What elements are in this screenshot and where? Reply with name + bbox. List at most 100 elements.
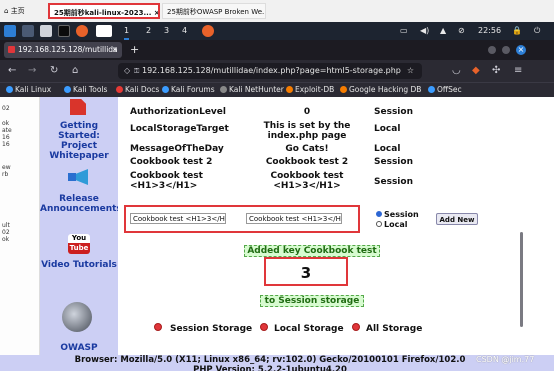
sidebar-link-release[interactable]: Release Announcements	[40, 194, 122, 214]
clear-all-storage-button[interactable]: All Storage	[352, 323, 422, 334]
nethunter-icon	[220, 86, 227, 93]
firefox-tab-strip: 192.168.125.128/mutillida × + ×	[0, 40, 554, 60]
background-window-strip: 02 ok ate 16 16 ew rb ult 02 ok	[0, 97, 40, 355]
bookmark-kali-nethunter[interactable]: Kali NetHunter	[220, 84, 284, 96]
close-icon[interactable]: ×	[112, 42, 118, 58]
url-bar[interactable]: ◇ ⚿ 192.168.125.128/mutillidae/index.php…	[118, 63, 422, 79]
host-tab-kali[interactable]: 25期前秒kali-linux-2023... ×	[48, 3, 160, 19]
delete-icon	[260, 323, 268, 331]
workspace-3[interactable]: 3	[164, 24, 169, 38]
reload-icon[interactable]: ↻	[50, 64, 58, 78]
bookmark-kali-tools[interactable]: Kali Tools	[64, 84, 107, 96]
megaphone-icon[interactable]	[68, 169, 90, 185]
owasp-logo-icon[interactable]	[62, 302, 92, 332]
window-list-icon[interactable]	[96, 25, 112, 37]
workspace-2[interactable]: 2	[146, 24, 151, 38]
pdf-icon[interactable]	[70, 99, 86, 115]
bookmark-google-hacking-db[interactable]: Google Hacking DB	[340, 84, 421, 96]
storage-type: Local	[374, 144, 401, 154]
power-icon[interactable]: ⊘	[458, 24, 465, 38]
sidebar-link-video[interactable]: Video Tutorials	[40, 260, 118, 270]
add-new-button[interactable]: Add New	[436, 213, 478, 225]
storage-type: Session	[374, 177, 413, 187]
bookmark-exploit-db[interactable]: Exploit-DB	[286, 84, 334, 96]
key-input[interactable]: Cookbook test <H1>3</H1>	[130, 213, 226, 224]
shield-icon[interactable]: ◇	[124, 63, 130, 79]
bookmark-star-icon[interactable]: ☆	[407, 63, 414, 79]
radio-selected-icon	[376, 211, 382, 217]
exploit-db-icon	[286, 86, 293, 93]
lock-icon[interactable]: 🔒	[512, 24, 522, 38]
logout-icon[interactable]: ⏻	[534, 24, 540, 38]
storage-key: LocalStorageTarget	[130, 124, 229, 134]
menu-icon[interactable]: ≡	[514, 64, 522, 78]
minimize-button[interactable]	[488, 46, 496, 54]
watermark: CSDN @jim.77	[476, 355, 535, 364]
storage-value: This is set by the index.php page	[263, 121, 351, 141]
volume-icon[interactable]: ◀)	[420, 24, 429, 38]
ghdb-icon	[340, 86, 347, 93]
storage-key: MessageOfTheDay	[130, 144, 224, 154]
item-input[interactable]: Cookbook test <H1>3</H1>	[246, 213, 342, 224]
bookmark-offsec[interactable]: OffSec	[428, 84, 462, 96]
browser-info: Browser: Mozilla/5.0 (X11; Linux x86_64;…	[74, 355, 466, 365]
scrollbar-thumb[interactable]	[520, 232, 523, 327]
youtube-icon[interactable]: You Tube	[68, 234, 90, 254]
storage-type: Session	[374, 157, 413, 167]
host-tab-home[interactable]: ⌂ 主页	[0, 3, 44, 19]
sidebar-link-owasp[interactable]: OWASP	[40, 343, 118, 353]
panel-clock: 22:56	[478, 26, 502, 35]
pocket-icon[interactable]: ◡	[452, 64, 461, 78]
h1-injected-value: 3	[300, 264, 312, 282]
workspace-4[interactable]: 4	[182, 24, 187, 38]
firefox-nav-bar: ← → ↻ ⌂ ◇ ⚿ 192.168.125.128/mutillidae/i…	[0, 60, 554, 82]
kali-icon	[162, 86, 169, 93]
sidebar-link-whitepaper[interactable]: Getting Started: Project Whitepaper	[40, 121, 118, 161]
desktop-icon[interactable]	[22, 25, 34, 37]
bookmark-kali-docs[interactable]: Kali Docs	[116, 84, 159, 96]
host-tab-owasp[interactable]: 25期前秒OWASP Broken We... ×	[162, 3, 266, 19]
new-tab-button[interactable]: +	[130, 42, 139, 58]
radio-empty-icon	[376, 221, 382, 227]
bookmark-kali-forums[interactable]: Kali Forums	[162, 84, 215, 96]
notification-icon[interactable]: ▲	[440, 24, 446, 38]
firefox-tab-mutillidae[interactable]: 192.168.125.128/mutillida ×	[4, 42, 122, 58]
page-info-icon[interactable]: ⚿	[134, 63, 139, 79]
clear-local-storage-button[interactable]: Local Storage	[260, 323, 344, 334]
fragment-text: 02 ok ate 16 16 ew rb ult 02 ok	[2, 105, 12, 243]
added-message: Added key Cookbook test	[244, 245, 380, 257]
forward-icon[interactable]: →	[28, 64, 36, 78]
workspace-1[interactable]: 1	[124, 24, 130, 40]
storage-value: Go Cats!	[285, 144, 329, 154]
php-version: PHP Version: 5.2.2-1ubuntu4.20	[193, 365, 347, 371]
mutillidae-sidebar: Getting Started: Project Whitepaper Rele…	[40, 97, 122, 355]
kali-panel: 1 2 3 4 ▭ ◀) ▲ ⊘ 22:56 🔒 ⏻	[0, 22, 554, 40]
storage-type: Session	[374, 107, 413, 117]
page-scroll-area	[520, 97, 554, 355]
storage-value: Cookbook test <H1>3</H1>	[270, 171, 344, 191]
to-storage-message: to Session storage	[260, 295, 364, 307]
bookmark-kali-linux[interactable]: Kali Linux	[6, 84, 51, 96]
extension-icon[interactable]: ◆	[472, 64, 480, 78]
close-window-button[interactable]: ×	[516, 45, 526, 55]
close-icon[interactable]: ×	[154, 9, 158, 17]
offsec-icon	[428, 86, 435, 93]
file-manager-icon[interactable]	[40, 25, 52, 37]
storage-value: Cookbook test 2	[265, 157, 349, 167]
radio-session[interactable]: Session	[376, 210, 419, 220]
firefox-task-icon[interactable]	[202, 25, 214, 37]
radio-local[interactable]: Local	[376, 220, 407, 230]
clear-session-storage-button[interactable]: Session Storage	[154, 323, 252, 334]
extensions-icon[interactable]: ✣	[492, 64, 500, 78]
display-icon[interactable]: ▭	[400, 24, 408, 38]
terminal-icon[interactable]	[58, 25, 70, 37]
kali-menu-icon[interactable]	[4, 25, 16, 37]
maximize-button[interactable]	[502, 46, 510, 54]
firefox-icon[interactable]	[76, 25, 88, 37]
home-icon[interactable]: ⌂	[72, 64, 78, 78]
html5-storage-content: AuthorizationLevel 0 Session LocalStorag…	[118, 97, 520, 355]
delete-icon	[352, 323, 360, 331]
back-icon[interactable]: ←	[8, 64, 16, 78]
page-footer: Browser: Mozilla/5.0 (X11; Linux x86_64;…	[0, 355, 554, 371]
storage-value: 0	[303, 107, 311, 117]
